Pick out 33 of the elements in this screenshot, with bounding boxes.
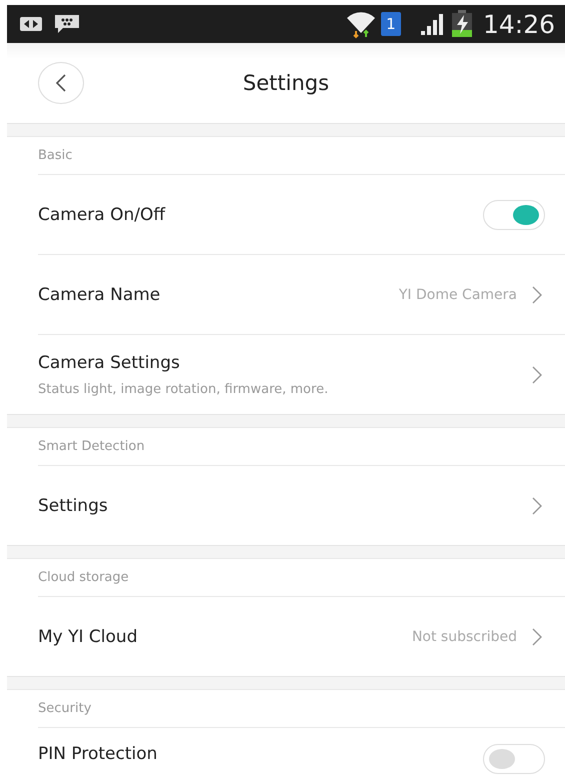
battery-charging-icon	[450, 10, 473, 38]
row-label: Camera On/Off	[38, 204, 166, 224]
settings-row[interactable]: PIN Protection	[38, 728, 565, 780]
chevron-left-icon	[55, 73, 67, 93]
toggle-switch[interactable]	[483, 744, 545, 774]
clock-time: 14:26	[482, 10, 555, 38]
chevron-right-icon	[531, 626, 543, 646]
settings-row[interactable]: Settings	[38, 466, 565, 545]
section-header: Cloud storage	[38, 570, 129, 585]
settings-row[interactable]: Camera Settings Status light, image rotation, firmware, more.	[38, 335, 565, 414]
row-label: PIN Protection	[38, 744, 158, 764]
row-value: YI Dome Camera	[398, 286, 517, 302]
sim-badge: 1	[380, 12, 401, 36]
row-label: Settings	[38, 496, 109, 516]
row-label: My YI Cloud	[38, 626, 138, 646]
notification-app-icon	[19, 14, 43, 34]
chevron-right-icon	[531, 284, 543, 304]
section-header: Smart Detection	[38, 439, 145, 454]
section-header: Basic	[38, 148, 72, 163]
chat-bubble-icon	[53, 12, 81, 36]
settings-row[interactable]: My YI Cloud Not subscribed	[38, 597, 565, 676]
chevron-right-icon	[531, 496, 543, 516]
row-value: Not subscribed	[412, 628, 517, 644]
chevron-right-icon	[531, 364, 543, 384]
row-label: Camera Name	[38, 284, 162, 304]
section-header: Security	[38, 701, 92, 716]
toggle-switch[interactable]	[483, 200, 545, 230]
page-title: Settings	[242, 71, 330, 95]
settings-row[interactable]: Camera Name YI Dome Camera	[38, 255, 565, 335]
row-label: Camera Settings	[38, 352, 181, 372]
row-description: Status light, image rotation, firmware, more.	[38, 382, 330, 396]
back-button[interactable]	[38, 62, 84, 104]
settings-row[interactable]: Camera On/Off	[38, 175, 565, 255]
